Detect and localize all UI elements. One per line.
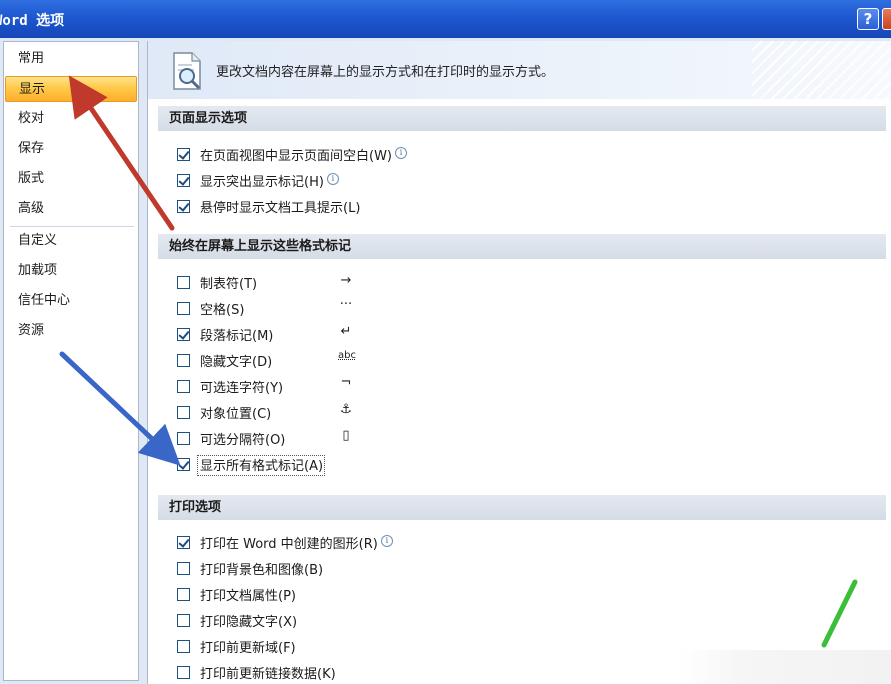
info-icon: i — [380, 535, 393, 547]
checkbox-print-hidden-text[interactable] — [177, 614, 190, 627]
option-update-links[interactable]: 打印前更新链接数据(K) — [200, 663, 336, 682]
checkbox-spaces[interactable] — [177, 302, 190, 315]
pane-banner: 更改文档内容在屏幕上的显示方式和在打印时的显示方式。 — [148, 41, 891, 99]
title-bar: Word 选项 ? — [0, 0, 891, 38]
hidden-text-mark-icon: abc — [338, 350, 356, 361]
nav-item-save[interactable]: 保存 — [5, 136, 137, 162]
nav-item-advanced[interactable]: 高级 — [5, 196, 137, 222]
nav-item-display[interactable]: 显示 — [5, 76, 137, 102]
option-optional-breaks[interactable]: 可选分隔符(O) — [200, 429, 285, 448]
checkbox-hover-tooltips[interactable] — [177, 200, 190, 213]
option-paragraph-marks[interactable]: 段落标记(M) — [200, 325, 273, 344]
space-mark-icon: ··· — [339, 297, 353, 312]
checkbox-print-drawings[interactable] — [177, 536, 190, 549]
section-page-display: 页面显示选项 — [158, 106, 886, 131]
checkbox-paragraph-marks[interactable] — [177, 328, 190, 341]
checkbox-print-background[interactable] — [177, 562, 190, 575]
checkbox-object-anchors[interactable] — [177, 406, 190, 419]
checkbox-show-all-marks[interactable] — [177, 458, 190, 471]
info-icon: i — [326, 173, 339, 185]
nav-item-addins[interactable]: 加载项 — [5, 258, 137, 284]
option-hidden-text[interactable]: 隐藏文字(D) — [200, 351, 272, 370]
option-show-highlighter[interactable]: 显示突出显示标记(H) i — [200, 171, 339, 190]
paragraph-mark-icon: ↵ — [340, 324, 352, 339]
option-print-drawings[interactable]: 打印在 Word 中创建的图形(R) i — [200, 533, 393, 552]
checkbox-show-whitespace[interactable] — [177, 148, 190, 161]
watermark-blur — [680, 650, 891, 684]
option-hover-tooltips[interactable]: 悬停时显示文档工具提示(L) — [200, 197, 360, 216]
optional-break-mark-icon: ▯ — [342, 428, 350, 443]
optional-hyphen-mark-icon: ¬ — [340, 375, 352, 390]
nav-item-trust-center[interactable]: 信任中心 — [5, 288, 137, 314]
document-magnifier-icon — [173, 52, 201, 90]
section-print-options: 打印选项 — [158, 495, 886, 520]
window-title: Word 选项 — [0, 13, 65, 29]
nav-item-layout[interactable]: 版式 — [5, 166, 137, 192]
tab-mark-icon: → — [340, 273, 352, 288]
option-print-hidden-text[interactable]: 打印隐藏文字(X) — [200, 611, 297, 630]
option-tab-characters[interactable]: 制表符(T) — [200, 273, 257, 292]
nav-item-customize[interactable]: 自定义 — [5, 228, 137, 254]
anchor-icon: ⚓ — [340, 402, 352, 417]
checkbox-print-properties[interactable] — [177, 588, 190, 601]
close-button[interactable] — [882, 8, 891, 30]
section-formatting-marks: 始终在屏幕上显示这些格式标记 — [158, 234, 886, 259]
checkbox-show-highlighter[interactable] — [177, 174, 190, 187]
nav-item-common[interactable]: 常用 — [5, 46, 137, 72]
option-update-fields[interactable]: 打印前更新域(F) — [200, 637, 296, 656]
nav-separator — [10, 226, 134, 227]
option-spaces[interactable]: 空格(S) — [200, 299, 244, 318]
banner-description: 更改文档内容在屏幕上的显示方式和在打印时的显示方式。 — [216, 65, 555, 80]
nav-item-proofing[interactable]: 校对 — [5, 106, 137, 132]
checkbox-optional-hyphens[interactable] — [177, 380, 190, 393]
options-pane: 更改文档内容在屏幕上的显示方式和在打印时的显示方式。 页面显示选项 在页面视图中… — [147, 41, 891, 684]
checkbox-hidden-text[interactable] — [177, 354, 190, 367]
checkbox-optional-breaks[interactable] — [177, 432, 190, 445]
nav-item-resources[interactable]: 资源 — [5, 318, 137, 344]
dialog-body: 常用 显示 校对 保存 版式 高级 自定义 加载项 信任中心 资源 更改文档内容… — [0, 38, 891, 684]
option-object-anchors[interactable]: 对象位置(C) — [200, 403, 271, 422]
checkbox-tab-characters[interactable] — [177, 276, 190, 289]
checkbox-update-links[interactable] — [177, 666, 190, 679]
option-optional-hyphens[interactable]: 可选连字符(Y) — [200, 377, 283, 396]
option-show-whitespace[interactable]: 在页面视图中显示页面间空白(W) i — [200, 145, 407, 164]
option-print-background[interactable]: 打印背景色和图像(B) — [200, 559, 323, 578]
checkbox-update-fields[interactable] — [177, 640, 190, 653]
info-icon: i — [395, 147, 407, 159]
option-show-all-marks[interactable]: 显示所有格式标记(A) — [200, 455, 323, 474]
option-print-properties[interactable]: 打印文档属性(P) — [200, 585, 296, 604]
help-button[interactable]: ? — [857, 8, 879, 30]
banner-stripes — [752, 41, 891, 99]
options-nav: 常用 显示 校对 保存 版式 高级 自定义 加载项 信任中心 资源 — [3, 41, 139, 681]
